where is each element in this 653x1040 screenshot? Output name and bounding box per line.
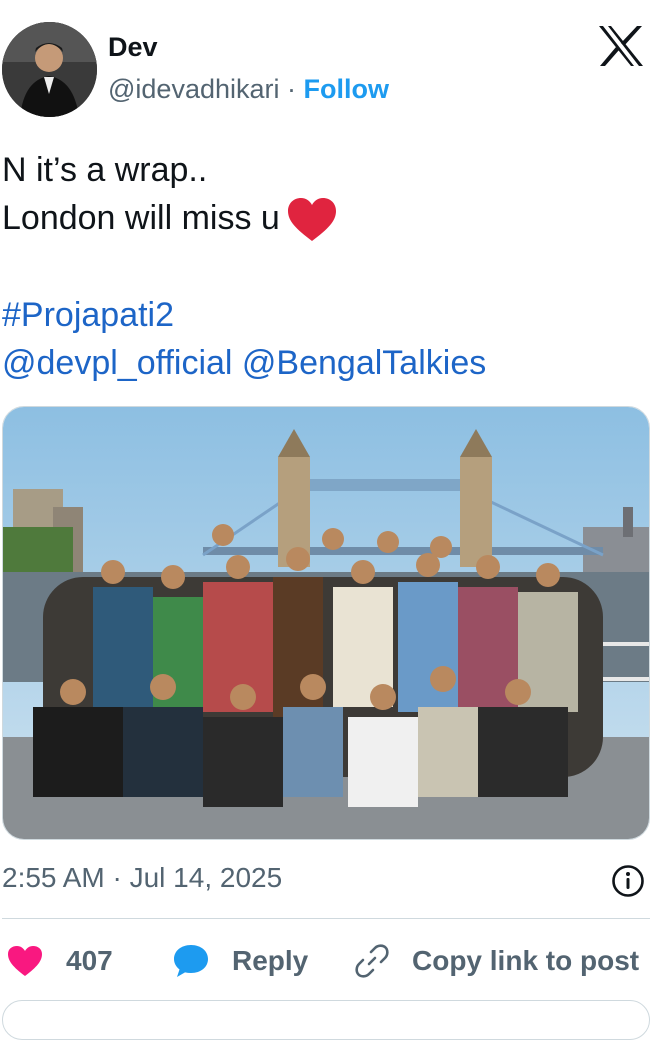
hashtag-link[interactable]: #Projapati2 — [2, 296, 174, 334]
tweet-mentions-row: @devpl_official @BengalTalkies — [2, 339, 642, 387]
avatar-image — [2, 22, 97, 117]
x-logo-icon[interactable] — [597, 24, 645, 68]
tweet-photo[interactable] — [2, 406, 650, 840]
author-handle[interactable]: @idevadhikari — [108, 74, 280, 104]
mention-link-devpl[interactable]: @devpl_official — [2, 344, 232, 382]
like-button[interactable]: 407 — [6, 938, 113, 984]
speech-bubble-icon — [174, 945, 208, 977]
divider — [2, 918, 650, 919]
reply-label: Reply — [232, 945, 309, 976]
copy-link-button[interactable]: Copy link to post — [354, 938, 639, 984]
heart-icon — [8, 946, 42, 976]
tweet-hashtag-row: #Projapati2 — [2, 291, 642, 339]
author-name[interactable]: Dev — [108, 32, 158, 63]
reply-button[interactable]: Reply — [172, 938, 308, 984]
info-icon[interactable] — [611, 864, 645, 898]
handle-separator: · — [287, 74, 297, 104]
copy-link-label: Copy link to post — [412, 945, 640, 976]
tweet-line-1: N it’s a wrap.. — [2, 151, 208, 189]
tweet-line-2-row: London will miss u — [2, 194, 642, 243]
group-photo-image — [3, 407, 649, 839]
like-count: 407 — [66, 945, 113, 976]
mention-link-bengaltalkies[interactable]: @BengalTalkies — [242, 344, 486, 382]
read-replies-card[interactable] — [2, 1000, 650, 1040]
tweet-actions: 407 Reply Copy link to post — [2, 938, 650, 984]
red-heart-emoji — [287, 198, 336, 242]
author-handle-row: @idevadhikari · Follow — [108, 74, 389, 105]
tweet-line-2: London will miss u — [2, 199, 280, 237]
tweet-text: N it’s a wrap.. London will miss u #Proj… — [2, 146, 642, 387]
follow-link[interactable]: Follow — [304, 74, 389, 104]
link-icon — [355, 944, 389, 978]
author-avatar[interactable] — [2, 22, 97, 117]
tweet-timestamp[interactable]: 2:55 AM · Jul 14, 2025 — [2, 862, 282, 894]
